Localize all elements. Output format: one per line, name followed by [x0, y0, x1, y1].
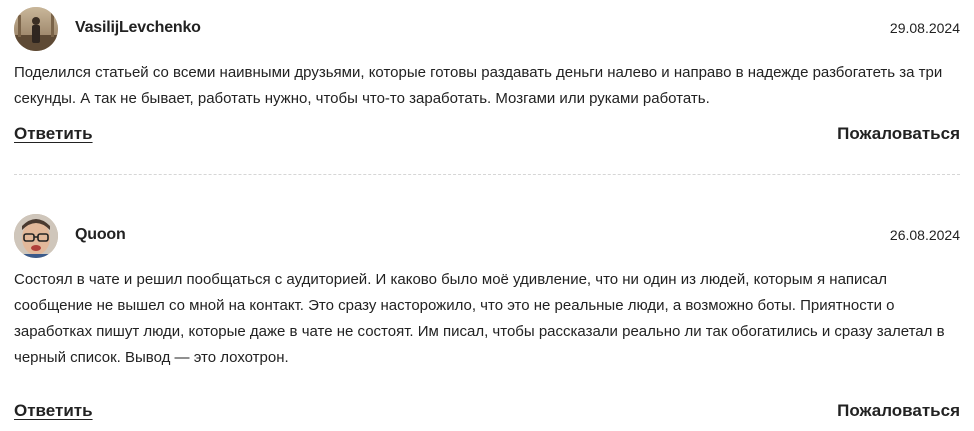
comment-date: 29.08.2024 — [889, 20, 960, 36]
report-link[interactable]: Пожаловаться — [837, 401, 960, 421]
report-link[interactable]: Пожаловаться — [837, 124, 960, 144]
reply-link[interactable]: Ответить — [14, 124, 93, 144]
avatar[interactable] — [14, 214, 58, 258]
comment-header: Quoon 26.08.2024 — [14, 207, 960, 267]
comment-date: 26.08.2024 — [889, 227, 960, 243]
comment-actions: Ответить Пожаловаться — [14, 124, 960, 154]
comment-text: Состоял в чате и решил пообщаться с ауди… — [14, 271, 945, 366]
comment-author: Quoon — [75, 226, 126, 243]
reply-link[interactable]: Ответить — [14, 401, 93, 421]
avatar[interactable] — [14, 7, 58, 51]
user-photo-icon — [14, 7, 58, 51]
comment-divider — [14, 174, 960, 175]
comment-item: Quoon 26.08.2024 Состоял в чате и решил … — [14, 207, 960, 431]
comment-item: VasilijLevchenko 29.08.2024 Поделился ст… — [14, 0, 960, 154]
comment-actions: Ответить Пожаловаться — [14, 401, 960, 431]
user-photo-icon — [14, 214, 58, 258]
comment-text: Поделился статьей со всеми наивными друз… — [14, 64, 943, 107]
comment-author: VasilijLevchenko — [75, 19, 201, 36]
comment-header: VasilijLevchenko 29.08.2024 — [14, 0, 960, 60]
